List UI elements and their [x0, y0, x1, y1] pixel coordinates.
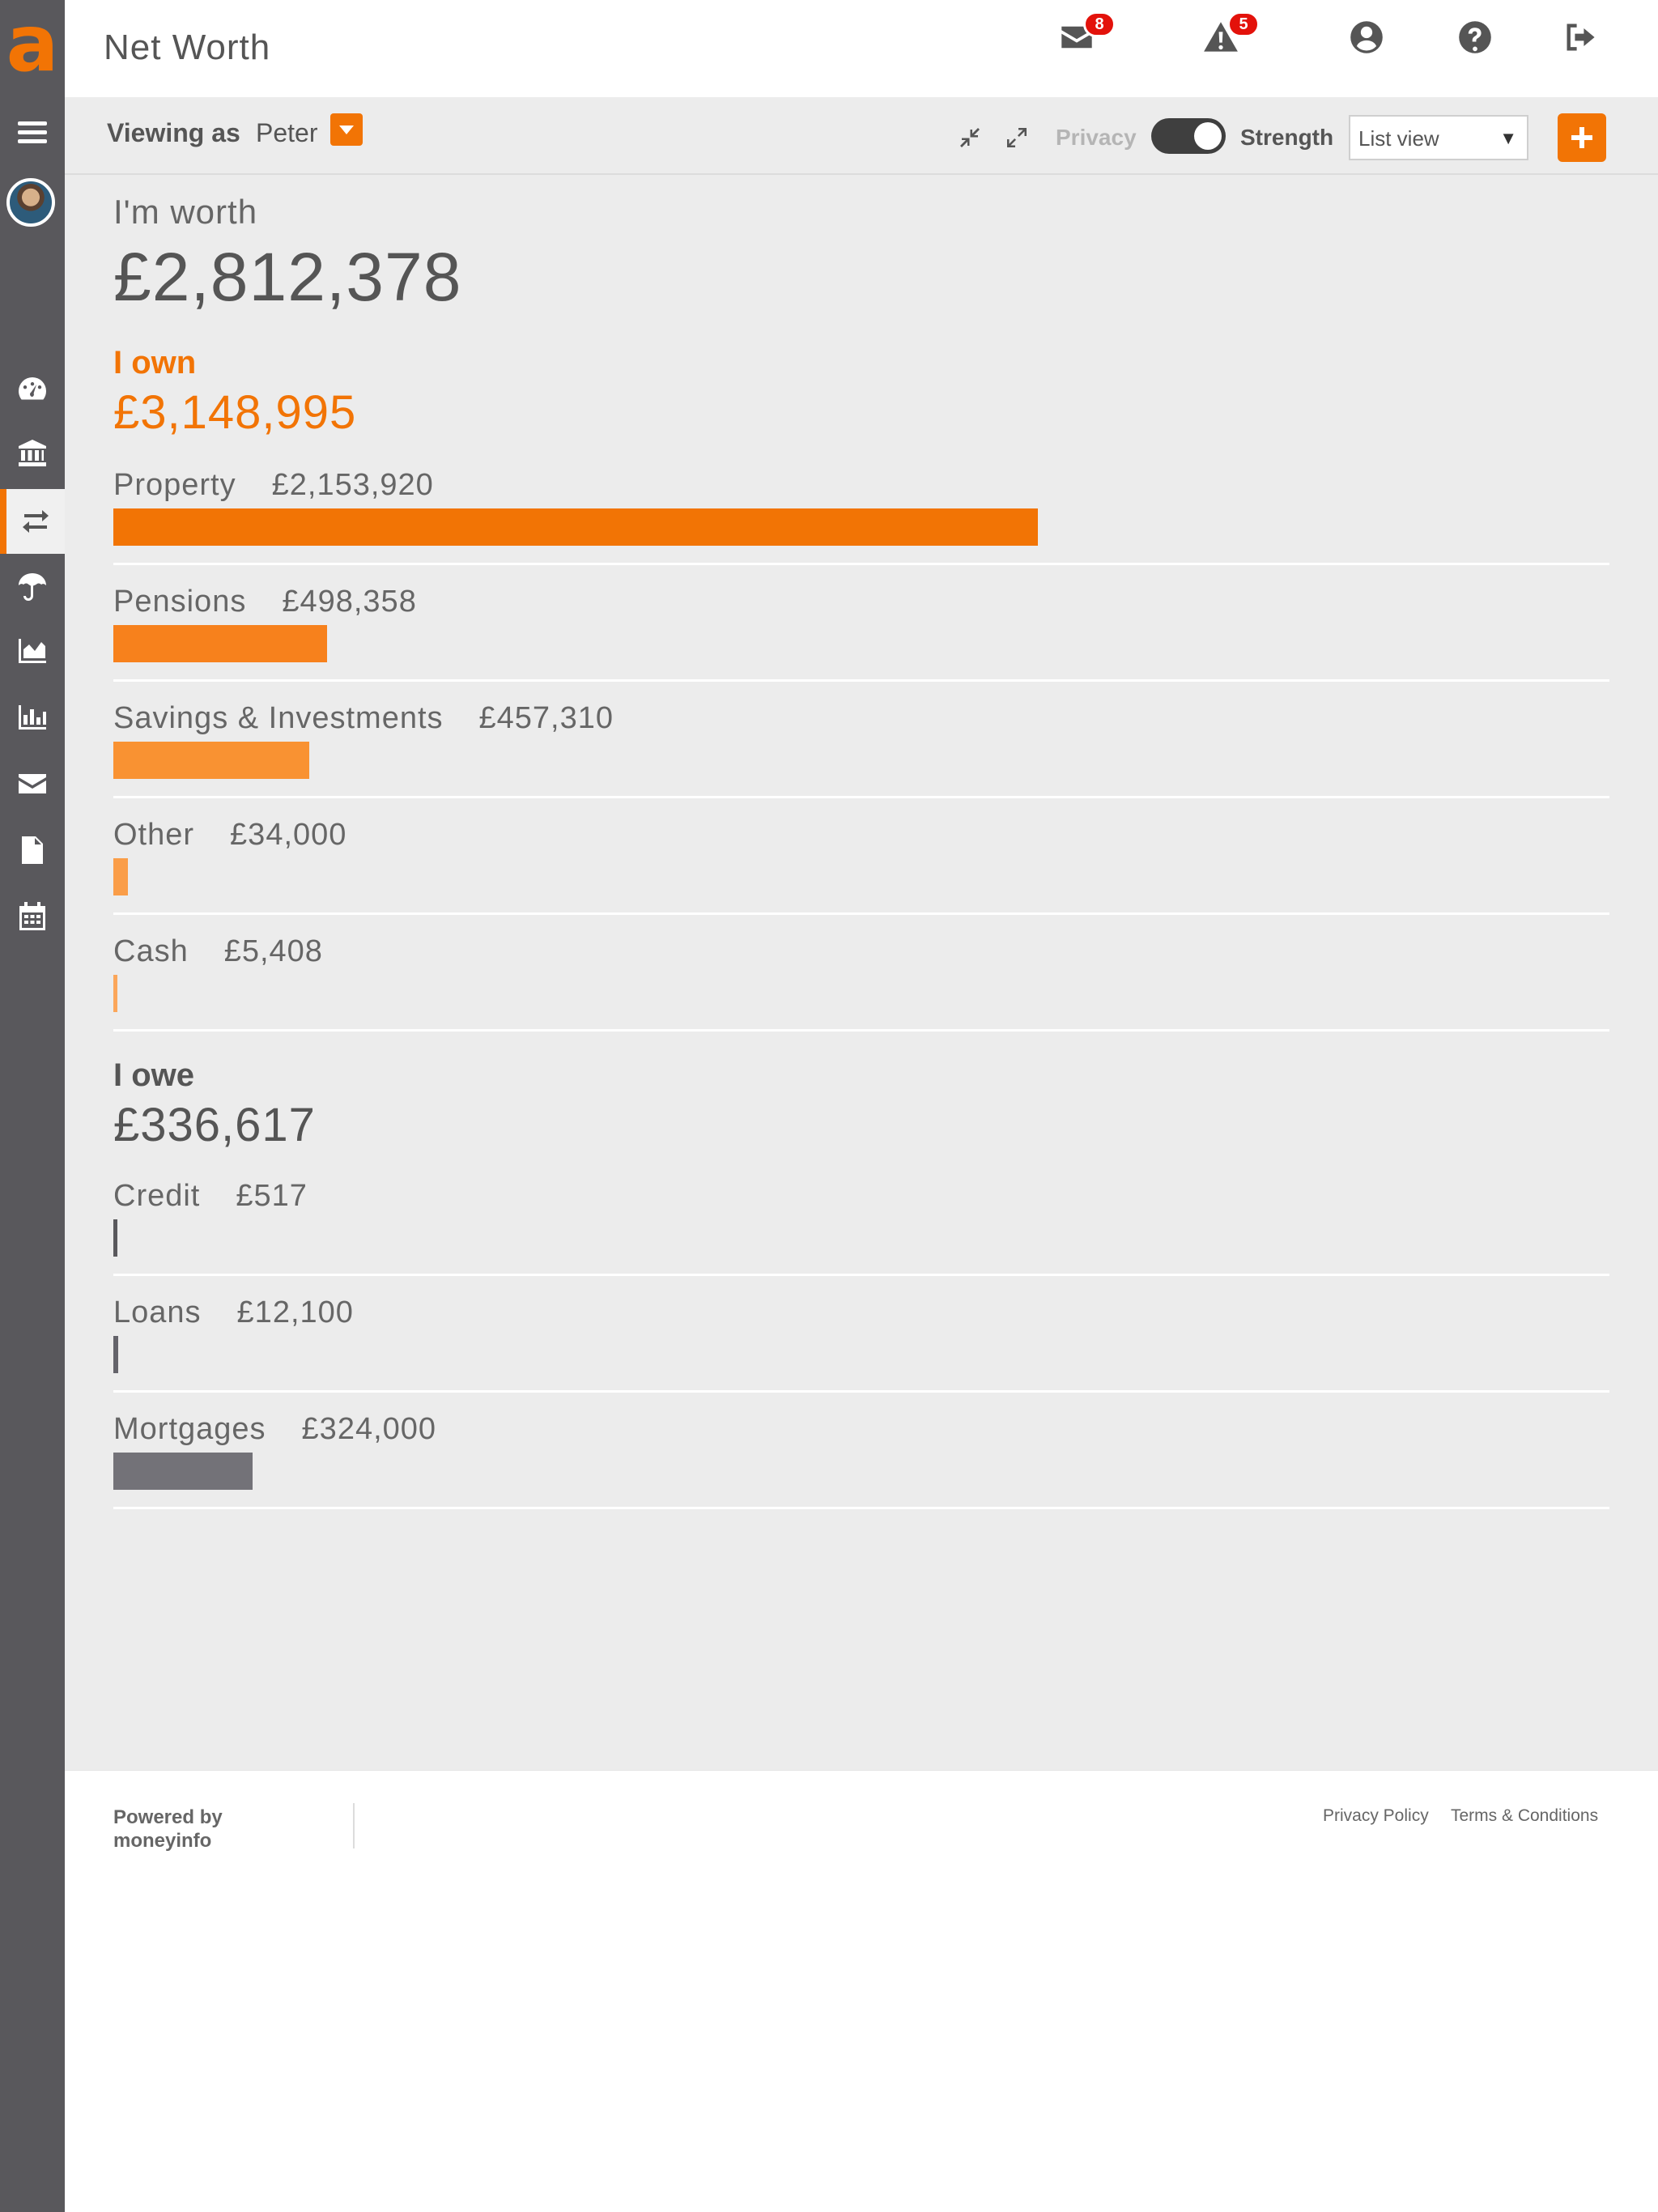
- category-amount: £498,358: [282, 585, 417, 619]
- alerts-badge: 5: [1227, 11, 1260, 37]
- owe-total: £336,617: [113, 1099, 316, 1151]
- category-amount: £5,408: [223, 934, 323, 968]
- sidebar: a: [0, 0, 65, 2212]
- viewing-as-name: Peter: [256, 118, 318, 147]
- chevron-down-icon: [339, 125, 354, 134]
- category-row[interactable]: Other £34,000: [113, 818, 1609, 915]
- category-bar: [113, 1453, 253, 1490]
- dashboard-icon[interactable]: [0, 356, 65, 421]
- category-name: Loans: [113, 1295, 202, 1329]
- category-name: Other: [113, 818, 195, 852]
- plus-icon: [1571, 127, 1592, 148]
- envelope-icon[interactable]: [0, 751, 65, 816]
- category-name: Mortgages: [113, 1412, 266, 1446]
- avatar[interactable]: [6, 178, 55, 227]
- messages-badge: 8: [1083, 11, 1116, 37]
- app-logo[interactable]: a: [0, 0, 65, 97]
- view-select-value: List view: [1358, 126, 1439, 151]
- category-bar: [113, 975, 117, 1012]
- category-row[interactable]: Credit £517: [113, 1179, 1609, 1276]
- category-label: Pensions £498,358: [113, 585, 417, 619]
- category-label: Mortgages £324,000: [113, 1412, 436, 1447]
- own-total: £3,148,995: [113, 386, 357, 439]
- logout-icon: [1567, 23, 1595, 51]
- category-amount: £2,153,920: [271, 468, 434, 502]
- document-icon[interactable]: [0, 818, 65, 883]
- category-row[interactable]: Mortgages £324,000: [113, 1412, 1609, 1509]
- category-row[interactable]: Property £2,153,920: [113, 468, 1609, 565]
- category-bar: [113, 508, 1038, 546]
- toggle-knob: [1194, 122, 1222, 150]
- worth-label: I'm worth: [113, 193, 258, 231]
- category-bar: [113, 1219, 117, 1257]
- alerts-button[interactable]: 5: [1198, 11, 1260, 60]
- category-row[interactable]: Savings & Investments £457,310: [113, 701, 1609, 798]
- caret-down-icon: ▼: [1499, 128, 1517, 148]
- expand-button[interactable]: [1001, 121, 1033, 154]
- powered-by: Powered by moneyinfo: [113, 1806, 223, 1853]
- transfer-icon[interactable]: [0, 489, 65, 554]
- area-chart-icon[interactable]: [0, 619, 65, 683]
- powered-by-line: Powered by: [113, 1806, 223, 1828]
- terms-link[interactable]: Terms & Conditions: [1451, 1806, 1598, 1826]
- user-icon: [1350, 21, 1383, 53]
- compress-button[interactable]: [954, 121, 986, 154]
- category-amount: £324,000: [301, 1412, 437, 1446]
- privacy-label: Privacy: [1056, 125, 1137, 150]
- category-bar: [113, 742, 309, 779]
- toolbar: Viewing as Peter Privacy Strength List v…: [65, 97, 1658, 175]
- category-name: Property: [113, 468, 236, 502]
- viewing-as-label: Viewing as: [107, 118, 240, 147]
- category-label: Savings & Investments £457,310: [113, 701, 614, 736]
- page-title: Net Worth: [104, 28, 271, 67]
- privacy-toggle[interactable]: [1151, 118, 1226, 154]
- profile-button[interactable]: [1344, 15, 1389, 60]
- category-label: Credit £517: [113, 1179, 308, 1214]
- category-bar: [113, 858, 128, 895]
- user-dropdown-button[interactable]: [330, 113, 363, 146]
- category-row[interactable]: Cash £5,408: [113, 934, 1609, 1032]
- top-header: Net Worth 8 5: [65, 0, 1658, 97]
- expand-icon: [1007, 128, 1027, 147]
- category-amount: £517: [236, 1179, 308, 1213]
- privacy-policy-link[interactable]: Privacy Policy: [1323, 1806, 1429, 1826]
- messages-button[interactable]: 8: [1054, 11, 1116, 60]
- footer: Powered by moneyinfo Privacy Policy Term…: [65, 1770, 1658, 2212]
- bank-icon[interactable]: [0, 421, 65, 486]
- category-row[interactable]: Loans £12,100: [113, 1295, 1609, 1393]
- category-bar: [113, 1336, 118, 1373]
- category-label: Cash £5,408: [113, 934, 323, 969]
- own-title: I own: [113, 345, 197, 381]
- category-amount: £34,000: [230, 818, 347, 852]
- bar-chart-icon[interactable]: [0, 685, 65, 750]
- category-name: Savings & Investments: [113, 701, 444, 735]
- category-amount: £12,100: [236, 1295, 354, 1329]
- category-label: Property £2,153,920: [113, 468, 434, 503]
- footer-divider: [353, 1803, 355, 1848]
- category-amount: £457,310: [478, 701, 614, 735]
- add-button[interactable]: [1558, 113, 1606, 162]
- help-icon: [1459, 21, 1491, 53]
- category-name: Credit: [113, 1179, 201, 1213]
- category-label: Loans £12,100: [113, 1295, 354, 1330]
- powered-by-brand: moneyinfo: [113, 1829, 212, 1852]
- owe-title: I owe: [113, 1057, 195, 1093]
- menu-icon[interactable]: [0, 100, 65, 165]
- main-content: I'm worth £2,812,378 I own £3,148,995 Pr…: [65, 175, 1658, 1770]
- view-select[interactable]: List view ▼: [1349, 115, 1528, 160]
- umbrella-icon[interactable]: [0, 554, 65, 619]
- worth-value: £2,812,378: [113, 239, 462, 315]
- category-name: Cash: [113, 934, 189, 968]
- category-row[interactable]: Pensions £498,358: [113, 585, 1609, 682]
- compress-icon: [960, 128, 980, 147]
- category-bar: [113, 625, 327, 662]
- strength-label: Strength: [1240, 125, 1334, 150]
- category-label: Other £34,000: [113, 818, 346, 853]
- calendar-icon[interactable]: [0, 884, 65, 949]
- help-button[interactable]: [1452, 15, 1498, 60]
- logout-button[interactable]: [1558, 15, 1603, 60]
- category-name: Pensions: [113, 585, 247, 619]
